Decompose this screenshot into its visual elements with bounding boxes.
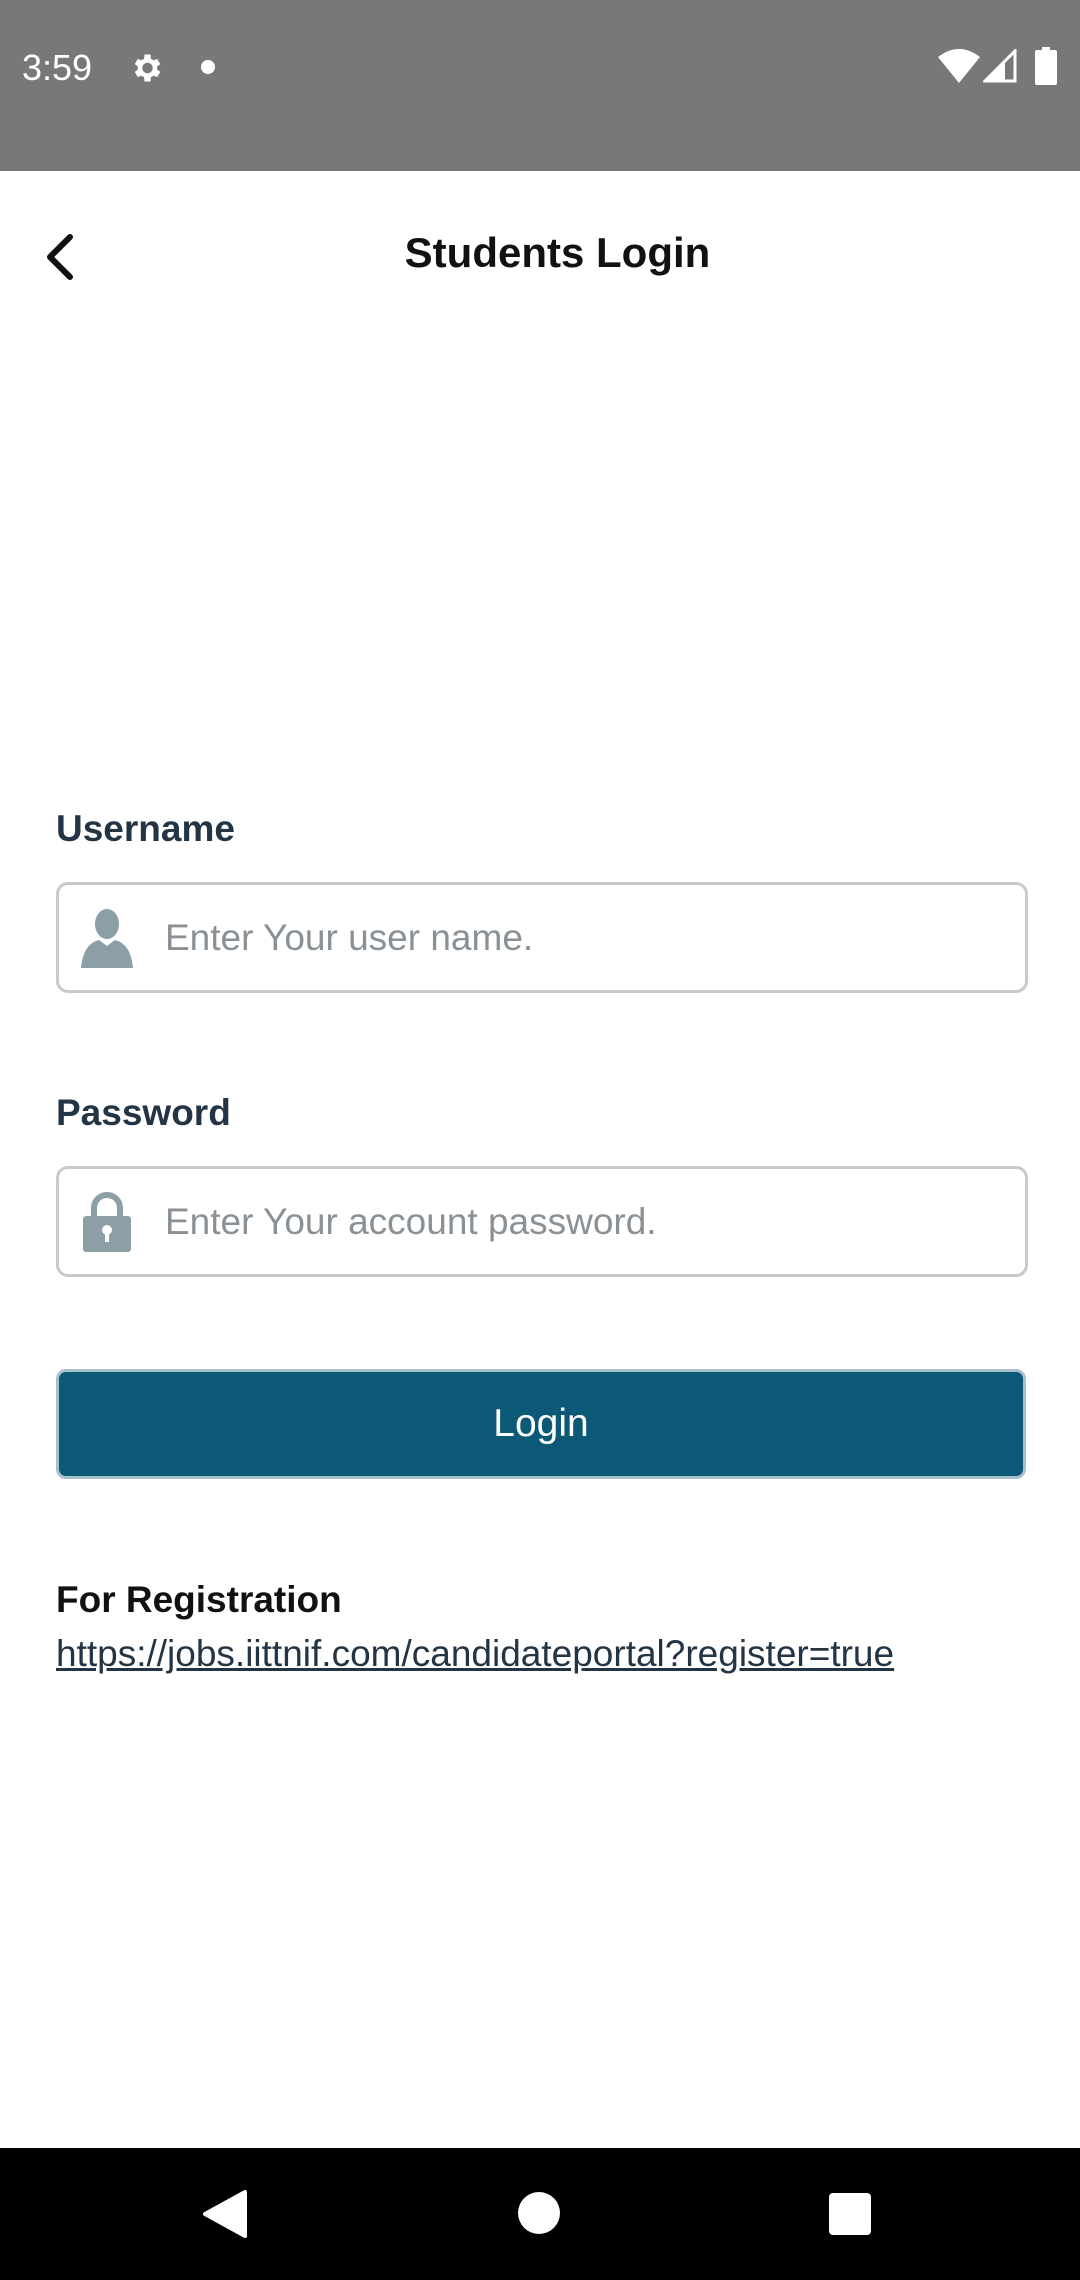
status-bar: 3:59 bbox=[0, 0, 1080, 171]
navigation-bar bbox=[0, 2148, 1080, 2280]
login-button[interactable]: Login bbox=[56, 1369, 1026, 1479]
password-label: Password bbox=[56, 1092, 231, 1133]
status-time: 3:59 bbox=[22, 47, 93, 88]
notification-dot-icon bbox=[201, 60, 215, 74]
username-field[interactable] bbox=[56, 882, 1028, 993]
registration-label: For Registration bbox=[56, 1579, 342, 1620]
nav-recents-icon[interactable] bbox=[829, 2193, 871, 2235]
username-label: Username bbox=[56, 808, 235, 849]
nav-home-icon[interactable] bbox=[518, 2192, 560, 2234]
page-title: Students Login bbox=[404, 229, 711, 276]
password-input[interactable] bbox=[165, 1169, 1005, 1274]
username-input[interactable] bbox=[165, 885, 1005, 990]
wifi-icon bbox=[938, 49, 980, 83]
gear-icon bbox=[134, 54, 161, 82]
nav-back-icon[interactable] bbox=[201, 2188, 251, 2240]
signal-icon bbox=[983, 49, 1017, 83]
password-field[interactable] bbox=[56, 1166, 1028, 1277]
battery-icon bbox=[1035, 47, 1057, 85]
registration-link[interactable]: https://jobs.iittnif.com/candidateportal… bbox=[56, 1630, 894, 1678]
lock-icon bbox=[83, 1192, 131, 1252]
user-icon bbox=[81, 909, 133, 968]
app-header: Students Login bbox=[0, 171, 1080, 335]
